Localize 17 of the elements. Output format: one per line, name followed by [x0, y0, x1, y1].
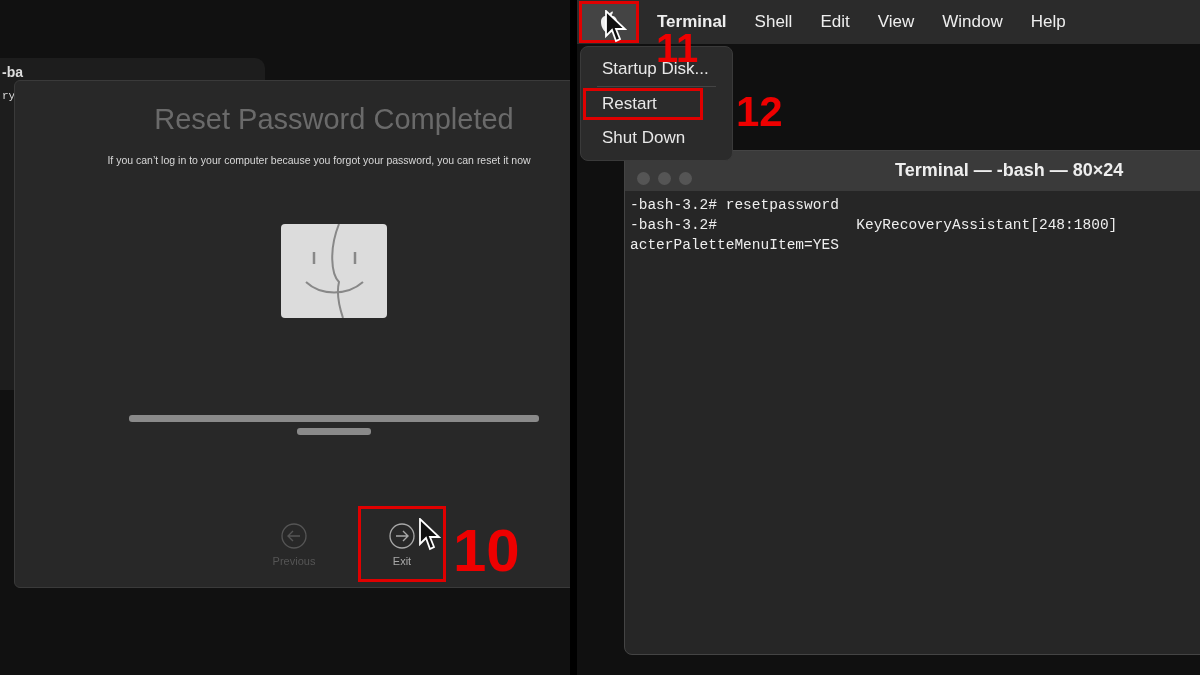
terminal-line: -bash-3.2# resetpassword — [629, 196, 840, 215]
window-title: Terminal — -bash — 80×24 — [895, 160, 1124, 181]
menu-item[interactable]: View — [863, 12, 929, 32]
menu-item[interactable]: Help — [1016, 12, 1080, 32]
menu-item[interactable]: Shut Down — [583, 122, 730, 154]
dialog-message: If you can’t log in to your computer because you forgot your password, you can reset it now — [107, 154, 531, 166]
terminal-line: ry — [2, 90, 17, 102]
dialog-title: Reset Password Completed — [154, 103, 514, 136]
menu-item[interactable]: Shell — [740, 12, 807, 32]
terminal-line: -bash-3.2# KeyRecoveryAssistant[248:1800] — [629, 216, 1119, 235]
terminal-line: acterPaletteMenuItem=YES — [629, 236, 840, 255]
menu-item[interactable]: Edit — [806, 12, 864, 32]
menu-item[interactable]: Window — [928, 12, 1017, 32]
step-number: 10 — [453, 521, 520, 581]
menu-item[interactable]: Terminal — [643, 12, 741, 32]
window-title: -ba — [2, 64, 24, 80]
step-number: 12 — [736, 91, 783, 133]
